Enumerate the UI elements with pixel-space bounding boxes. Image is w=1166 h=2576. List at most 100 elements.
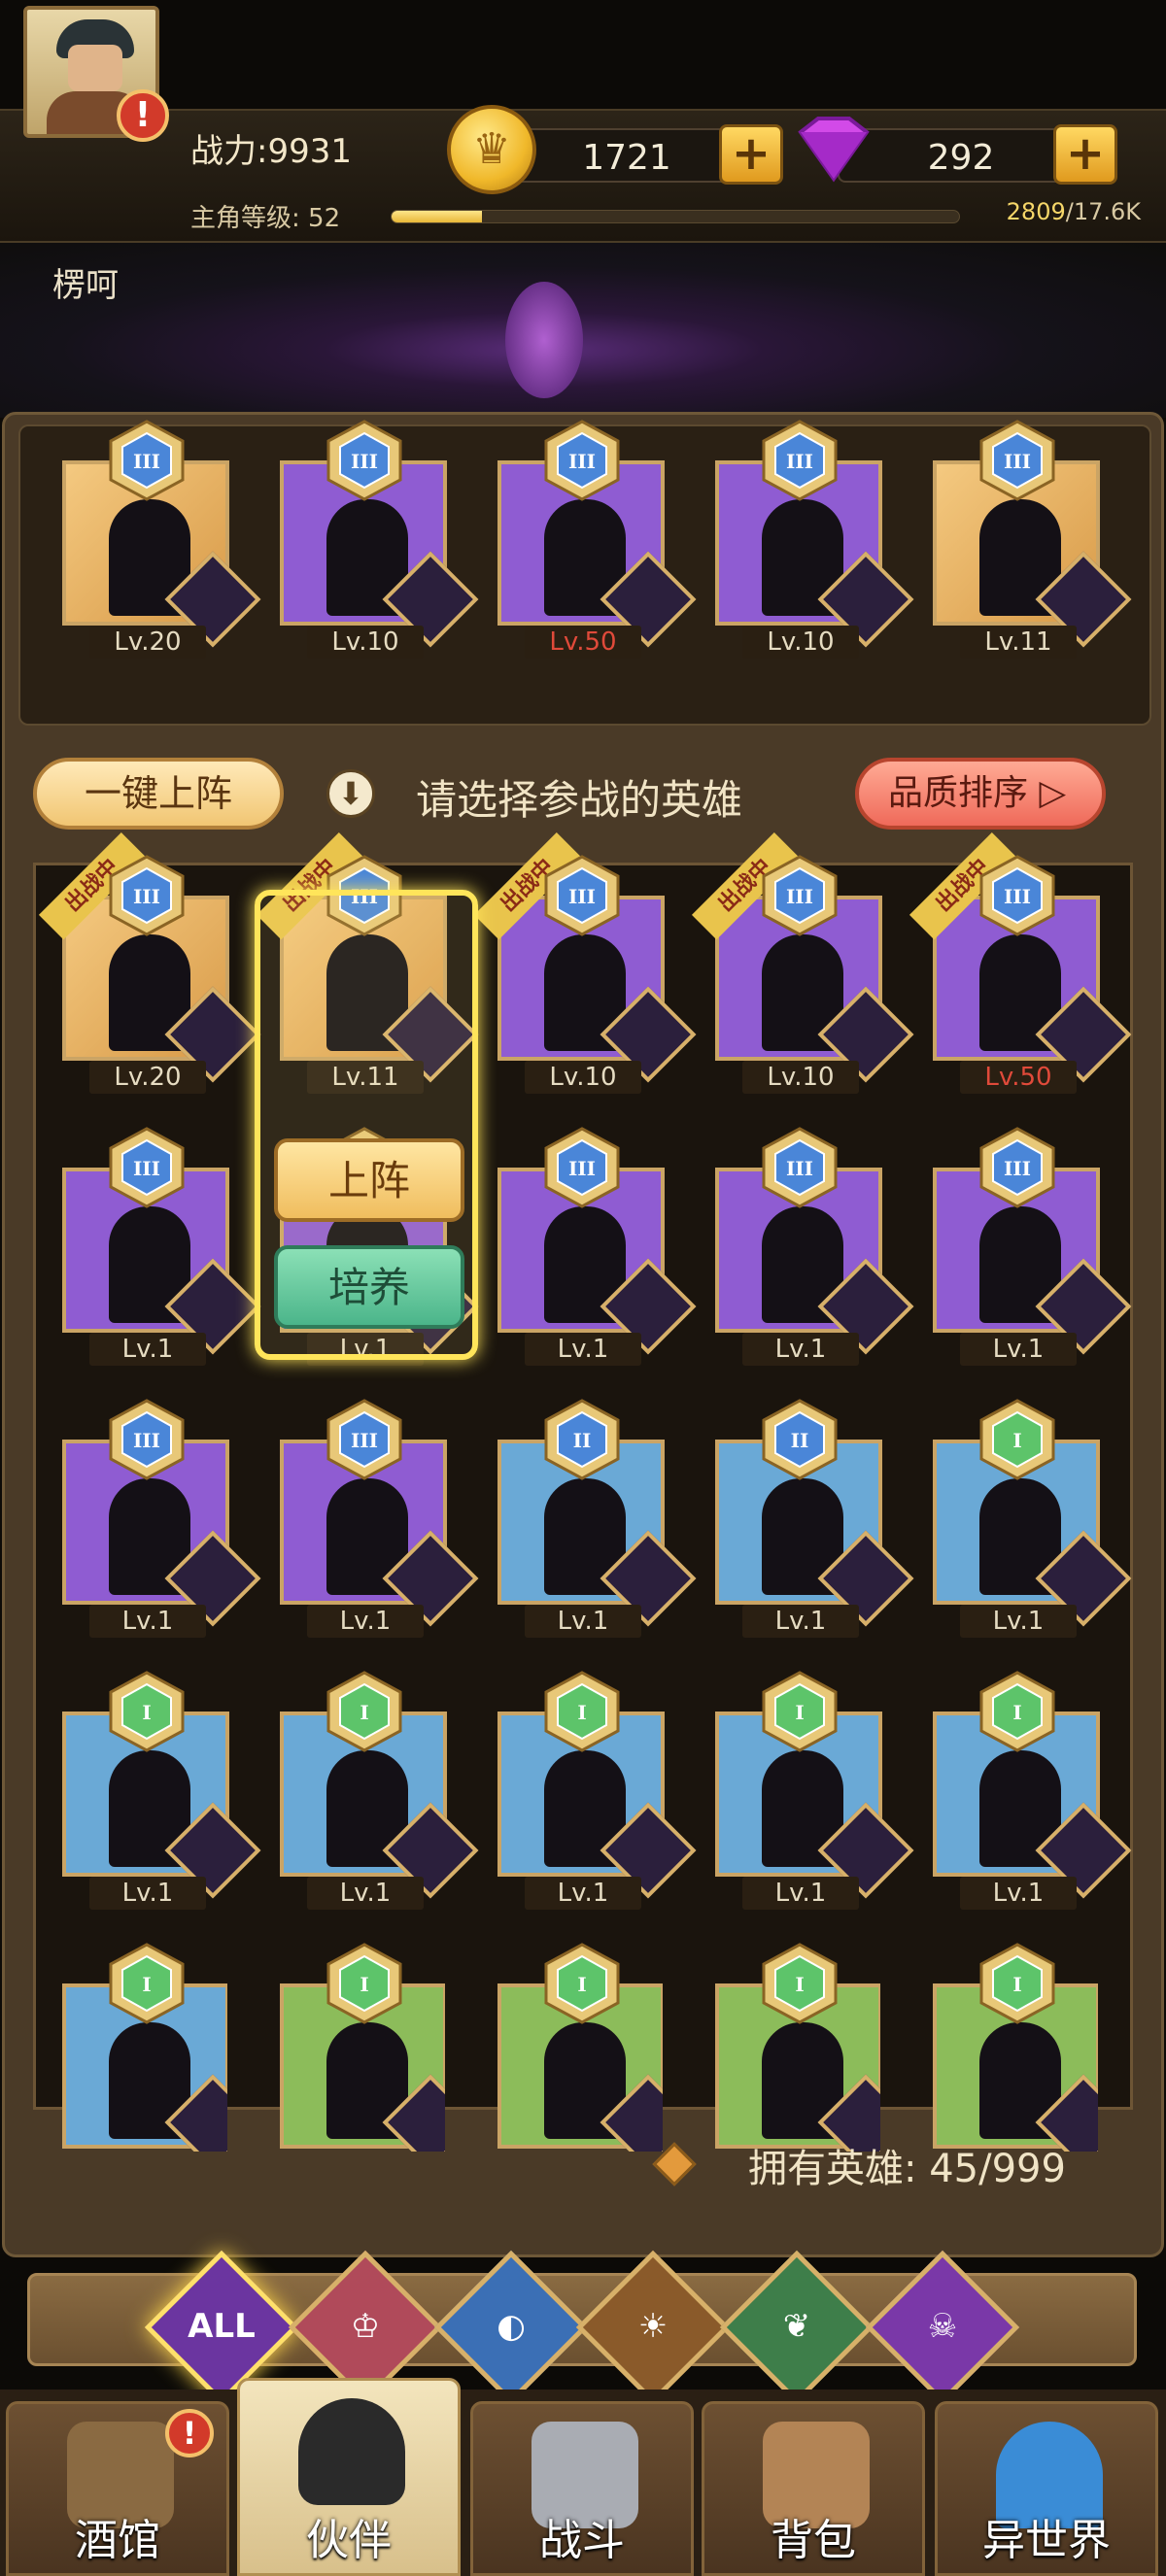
hero-action-popup: 上阵 培养 [255, 890, 478, 1360]
hero-level: Lv.20 [89, 1061, 206, 1094]
avatar-alert-badge: ! [117, 89, 169, 142]
hero-level: Lv.50 [960, 1061, 1077, 1094]
svg-text:I: I [142, 1701, 151, 1724]
hero-level: Lv.10 [307, 626, 424, 659]
hero-card[interactable]: I Lv.1 [913, 1399, 1132, 1642]
nav-partner[interactable]: 伙伴 [237, 2378, 461, 2576]
quality-sort-button[interactable]: 品质排序 ▷ [855, 758, 1106, 830]
hero-card[interactable]: 出战中 III Lv.10 [473, 832, 697, 1098]
hero-card[interactable]: I [478, 1943, 663, 2152]
nav-bag[interactable]: 背包 [702, 2401, 925, 2576]
svg-text:III: III [786, 1157, 813, 1180]
gold-counter: 1721 [505, 128, 748, 183]
rank-badge-icon: III [979, 1127, 1055, 1208]
rank-badge-icon: I [326, 1671, 402, 1752]
rank-badge-icon: III [544, 855, 620, 936]
app-root: ! 战力:9931 主角等级: 52 2809/17.6K 1721 ♛ + 2… [0, 0, 1166, 2576]
rank-badge-icon: I [762, 1943, 838, 2024]
hero-card[interactable]: I Lv.1 [260, 1671, 479, 1914]
hero-card[interactable]: III Lv.10 [260, 420, 479, 662]
hero-card[interactable]: III Lv.1 [43, 1127, 261, 1370]
svg-text:III: III [1004, 1157, 1031, 1180]
rank-badge-icon: II [544, 1399, 620, 1480]
rank-badge-icon: I [762, 1671, 838, 1752]
fish-icon: ◐ [497, 2307, 526, 2346]
hero-card[interactable]: III Lv.1 [913, 1127, 1132, 1370]
hero-card[interactable]: II Lv.1 [478, 1399, 697, 1642]
xp-current: 2809 [1006, 198, 1066, 225]
svg-text:I: I [795, 1973, 804, 1996]
filter-all-label: ALL [188, 2307, 256, 2346]
hero-card[interactable]: III Lv.1 [43, 1399, 261, 1642]
hero-card[interactable]: I [260, 1943, 445, 2152]
svg-text:II: II [791, 1429, 809, 1452]
hero-level: Lv.10 [742, 626, 859, 659]
one-key-deploy-button[interactable]: 一键上阵 [33, 758, 284, 830]
rank-badge-icon: III [544, 420, 620, 501]
hero-card[interactable]: II Lv.1 [696, 1399, 914, 1642]
nav-tavern-label: 酒馆 [75, 2516, 160, 2565]
hero-level: Lv.1 [89, 1605, 206, 1638]
rank-badge-icon: I [979, 1671, 1055, 1752]
nav-other-world[interactable]: 异世界 [935, 2401, 1158, 2576]
svg-text:I: I [1012, 1701, 1021, 1724]
hero-card[interactable]: I Lv.1 [696, 1671, 914, 1914]
hero-card[interactable]: III Lv.10 [696, 420, 914, 662]
rank-badge-icon: III [326, 420, 402, 501]
rank-badge-icon: III [544, 1127, 620, 1208]
lion-icon: ☀ [637, 2307, 669, 2346]
xp-total: /17.6K [1065, 198, 1141, 225]
add-gold-button[interactable]: + [719, 124, 783, 185]
svg-text:I: I [360, 1973, 368, 1996]
hero-card[interactable]: I Lv.1 [478, 1671, 697, 1914]
hero-card[interactable]: III Lv.50 [478, 420, 697, 662]
xp-progress-fill [392, 211, 483, 222]
rank-badge-icon: III [979, 420, 1055, 501]
owned-heroes-count: 拥有英雄: 45/999 [748, 2147, 1066, 2191]
rank-badge-icon: I [326, 1943, 402, 2024]
hero-card[interactable]: III Lv.11 [913, 420, 1132, 662]
rank-badge-icon: III [109, 855, 185, 936]
player-name: 楞呵 [52, 266, 119, 305]
tavern-alert-badge: ! [165, 2409, 214, 2457]
hero-card[interactable]: 出战中 III Lv.50 [909, 832, 1132, 1098]
play-triangle-icon: ▷ [1039, 773, 1067, 813]
rank-badge-icon: III [979, 855, 1055, 936]
nav-battle[interactable]: 战斗 [470, 2401, 694, 2576]
nav-partner-label: 伙伴 [306, 2516, 392, 2565]
hero-level: Lv.1 [307, 1605, 424, 1638]
hero-card[interactable]: III Lv.20 [43, 420, 261, 662]
rank-badge-icon: III [109, 420, 185, 501]
quality-sort-label: 品质排序 [888, 773, 1029, 813]
svg-text:III: III [133, 450, 160, 473]
hero-card[interactable]: III Lv.1 [696, 1127, 914, 1370]
hero-level: Lv.1 [742, 1333, 859, 1366]
gold-amount: 1721 [582, 138, 671, 178]
hero-level: Lv.1 [525, 1877, 641, 1910]
svg-text:III: III [1004, 885, 1031, 908]
hero-card[interactable]: III Lv.1 [260, 1399, 479, 1642]
add-gems-button[interactable]: + [1053, 124, 1117, 185]
deploy-button[interactable]: 上阵 [274, 1138, 464, 1222]
select-hero-hint: 请选择参战的英雄 [416, 776, 743, 824]
svg-text:III: III [133, 1429, 160, 1452]
hero-card[interactable]: 出战中 III Lv.10 [691, 832, 914, 1098]
hero-card[interactable]: I Lv.1 [43, 1671, 261, 1914]
hero-level: Lv.1 [960, 1605, 1077, 1638]
crown-helmet-icon: ♔ [350, 2307, 381, 2346]
rank-badge-icon: I [979, 1399, 1055, 1480]
arrow-down-icon: ⬇ [326, 769, 375, 818]
xp-progress-bar [391, 210, 960, 223]
train-button[interactable]: 培养 [274, 1245, 464, 1329]
svg-text:III: III [568, 450, 596, 473]
svg-text:III: III [133, 885, 160, 908]
hero-card[interactable]: I Lv.1 [913, 1671, 1132, 1914]
hero-card[interactable]: 出战中 III Lv.20 [38, 832, 261, 1098]
hero-card[interactable]: I [43, 1943, 227, 2152]
rank-badge-icon: III [326, 1399, 402, 1480]
nav-world-label: 异世界 [982, 2516, 1111, 2565]
svg-text:II: II [573, 1429, 592, 1452]
svg-text:III: III [351, 450, 378, 473]
hero-card[interactable]: III Lv.1 [478, 1127, 697, 1370]
rank-badge-icon: III [762, 1127, 838, 1208]
